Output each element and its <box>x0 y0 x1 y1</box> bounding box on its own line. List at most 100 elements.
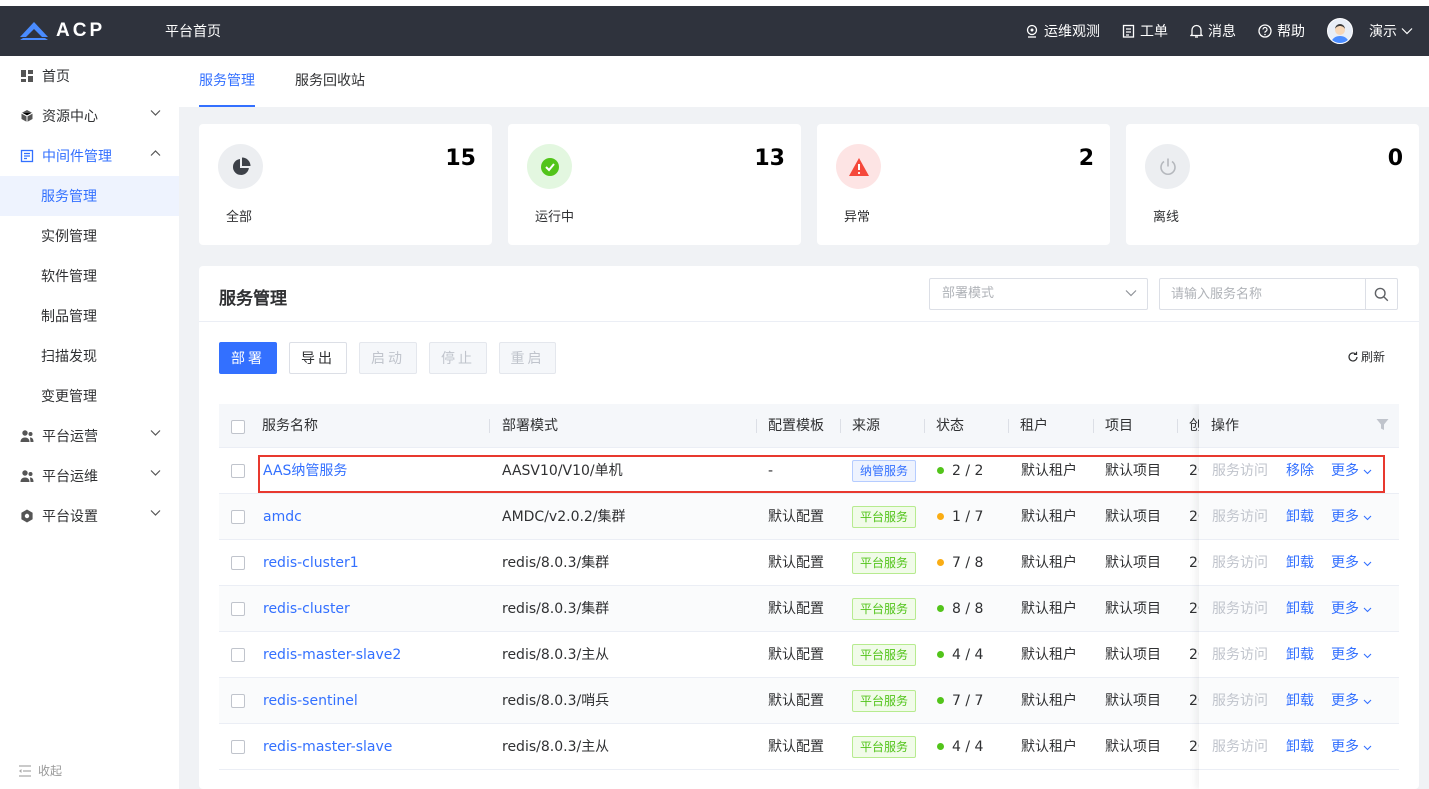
sidebar-subitem-instance-mgmt[interactable]: 实例管理 <box>0 216 179 256</box>
logo-text: ACP <box>56 20 106 41</box>
more-dropdown[interactable]: 更多 <box>1331 632 1372 678</box>
top-navbar: ACP 平台首页 运维观测 工单 消息 帮助 演示 <box>0 6 1429 56</box>
gear-icon <box>20 509 34 523</box>
export-button[interactable]: 导出 <box>289 342 347 374</box>
service-name-link[interactable]: redis-cluster <box>263 586 350 632</box>
ticket-label: 工单 <box>1140 24 1168 40</box>
row-checkbox[interactable] <box>231 464 245 478</box>
more-dropdown[interactable]: 更多 <box>1331 724 1372 770</box>
row-checkbox[interactable] <box>231 694 245 708</box>
status-dot <box>937 559 944 566</box>
tab-service-recycle-bin[interactable]: 服务回收站 <box>295 56 365 107</box>
row-checkbox[interactable] <box>231 556 245 570</box>
sidebar-item-resource-center[interactable]: 资源中心 <box>0 96 179 136</box>
sidebar-subitem-artifact-mgmt[interactable]: 制品管理 <box>0 296 179 336</box>
service-name-link[interactable]: redis-cluster1 <box>263 540 359 586</box>
header-tenant: 租户 <box>1020 418 1048 434</box>
more-dropdown[interactable]: 更多 <box>1331 494 1372 540</box>
service-access-link[interactable]: 服务访问 <box>1212 632 1268 678</box>
restart-button[interactable]: 重启 <box>499 342 556 374</box>
operations-cell: 服务访问 卸载 更多 <box>1199 632 1399 678</box>
sidebar-subitem-service-mgmt[interactable]: 服务管理 <box>0 176 179 216</box>
page-title[interactable]: 平台首页 <box>165 21 221 41</box>
service-name-link[interactable]: redis-master-slave <box>263 724 392 770</box>
row-checkbox[interactable] <box>231 602 245 616</box>
service-name-link[interactable]: redis-sentinel <box>263 678 358 724</box>
help-link[interactable]: 帮助 <box>1258 21 1305 41</box>
service-access-link[interactable]: 服务访问 <box>1212 586 1268 632</box>
sidebar-item-platform-settings[interactable]: 平台设置 <box>0 496 179 536</box>
service-access-link[interactable]: 服务访问 <box>1212 540 1268 586</box>
search-input[interactable] <box>1160 279 1360 309</box>
sidebar-subitem-change-mgmt[interactable]: 变更管理 <box>0 376 179 416</box>
remove-link[interactable]: 卸载 <box>1286 724 1314 770</box>
logo[interactable]: ACP <box>0 20 165 42</box>
project-cell: 默认项目 <box>1105 739 1161 755</box>
chevron-up-icon <box>150 150 161 156</box>
start-button[interactable]: 启动 <box>359 342 417 374</box>
remove-link[interactable]: 卸载 <box>1286 632 1314 678</box>
remove-link[interactable]: 移除 <box>1286 448 1314 494</box>
avatar[interactable] <box>1327 18 1353 44</box>
status-cell: 4 / 4 <box>937 632 983 678</box>
header-project: 项目 <box>1105 418 1133 434</box>
sidebar-item-home[interactable]: 首页 <box>0 56 179 96</box>
message-link[interactable]: 消息 <box>1190 21 1236 41</box>
stat-label: 离线 <box>1153 210 1180 225</box>
deploy-mode-select[interactable]: 部署模式 <box>929 278 1148 310</box>
ticket-link[interactable]: 工单 <box>1122 21 1168 41</box>
stat-card-all[interactable]: 15 全部 <box>199 124 492 245</box>
more-dropdown[interactable]: 更多 <box>1331 540 1372 586</box>
sidebar-item-platform-operation[interactable]: 平台运营 <box>0 416 179 456</box>
tab-service-management[interactable]: 服务管理 <box>199 56 255 107</box>
remove-link[interactable]: 卸载 <box>1286 586 1314 632</box>
service-access-link[interactable]: 服务访问 <box>1212 724 1268 770</box>
more-dropdown[interactable]: 更多 <box>1331 586 1372 632</box>
stat-card-offline[interactable]: 0 离线 <box>1126 124 1419 245</box>
search-icon <box>1374 287 1389 301</box>
operations-header: 操作 <box>1199 404 1399 448</box>
project-cell: 默认项目 <box>1105 463 1161 479</box>
service-access-link[interactable]: 服务访问 <box>1212 448 1268 494</box>
stop-button[interactable]: 停止 <box>429 342 487 374</box>
service-name-link[interactable]: AAS纳管服务 <box>263 448 347 494</box>
select-all-checkbox[interactable] <box>231 420 245 434</box>
row-checkbox[interactable] <box>231 740 245 754</box>
service-panel: 服务管理 部署模式 部署 导出 启动 停止 重启 刷新 服务名称 部署模式 配置… <box>199 266 1419 789</box>
sidebar-item-middleware[interactable]: 中间件管理 <box>0 136 179 176</box>
user-menu[interactable]: 演示 <box>1369 21 1413 41</box>
row-checkbox[interactable] <box>231 510 245 524</box>
remove-link[interactable]: 卸载 <box>1286 494 1314 540</box>
collapse-label: 收起 <box>38 764 63 778</box>
tab-bar: 服务管理 服务回收站 <box>179 56 1429 107</box>
refresh-button[interactable]: 刷新 <box>1347 348 1385 365</box>
remove-link[interactable]: 卸载 <box>1286 678 1314 724</box>
avatar-person-icon <box>1331 24 1349 43</box>
service-access-link[interactable]: 服务访问 <box>1212 494 1268 540</box>
operations-cell: 服务访问 移除 更多 <box>1199 448 1399 494</box>
remove-link[interactable]: 卸载 <box>1286 540 1314 586</box>
search-button[interactable] <box>1365 279 1397 309</box>
sidebar-item-label: 平台运营 <box>42 429 98 445</box>
sidebar-collapse-button[interactable]: 收起 <box>18 762 62 779</box>
operations-cell: 服务访问 卸载 更多 <box>1199 724 1399 770</box>
filter-icon[interactable] <box>1376 418 1389 431</box>
stat-card-running[interactable]: 13 运行中 <box>508 124 801 245</box>
header-deploy-mode: 部署模式 <box>502 418 558 434</box>
deploy-button[interactable]: 部署 <box>219 342 277 374</box>
user-name: 演示 <box>1369 24 1397 40</box>
sidebar-subitem-scan-discovery[interactable]: 扫描发现 <box>0 336 179 376</box>
stat-card-abnormal[interactable]: 2 异常 <box>817 124 1110 245</box>
more-dropdown[interactable]: 更多 <box>1331 448 1372 494</box>
source-tag: 纳管服务 <box>852 460 917 482</box>
status-count: 4 / 4 <box>952 647 984 663</box>
service-access-link[interactable]: 服务访问 <box>1212 678 1268 724</box>
service-name-link[interactable]: amdc <box>263 494 302 540</box>
ops-observe-link[interactable]: 运维观测 <box>1025 21 1100 41</box>
warning-icon <box>836 144 881 189</box>
row-checkbox[interactable] <box>231 648 245 662</box>
service-name-link[interactable]: redis-master-slave2 <box>263 632 401 678</box>
sidebar-item-platform-ops[interactable]: 平台运维 <box>0 456 179 496</box>
more-dropdown[interactable]: 更多 <box>1331 678 1372 724</box>
sidebar-subitem-software-mgmt[interactable]: 软件管理 <box>0 256 179 296</box>
